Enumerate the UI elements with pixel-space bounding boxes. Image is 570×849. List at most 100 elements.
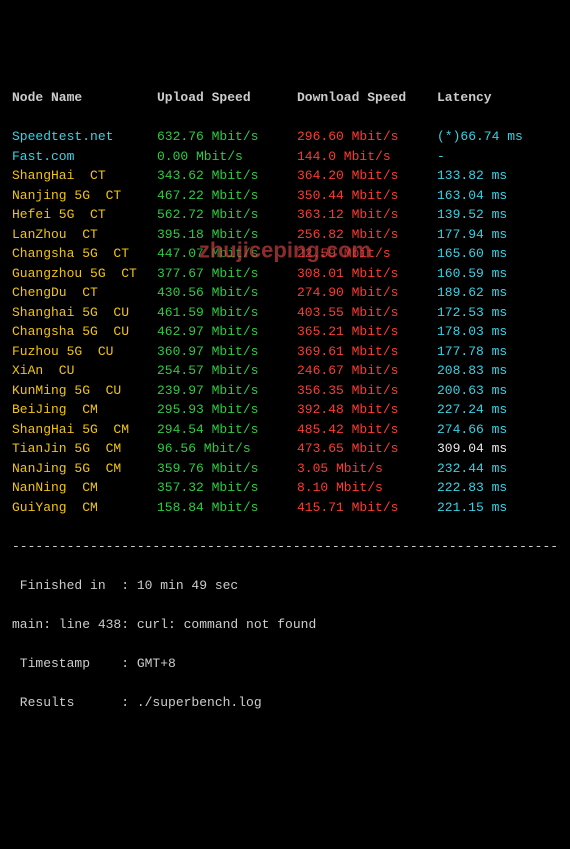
cell-up: 295.93 Mbit/s bbox=[157, 400, 297, 420]
cell-down: 274.90 Mbit/s bbox=[297, 283, 437, 303]
col-download: Download Speed bbox=[297, 88, 437, 108]
table-row: Changsha 5G CT447.07 Mbit/s22.59 Mbit/s1… bbox=[12, 244, 558, 264]
cell-down: 473.65 Mbit/s bbox=[297, 439, 437, 459]
cell-node: Nanjing 5G CT bbox=[12, 186, 157, 206]
cell-lat: 222.83 ms bbox=[437, 478, 558, 498]
cell-down: 364.20 Mbit/s bbox=[297, 166, 437, 186]
cell-node: LanZhou CT bbox=[12, 225, 157, 245]
cell-up: 632.76 Mbit/s bbox=[157, 127, 297, 147]
cell-lat: 200.63 ms bbox=[437, 381, 558, 401]
cell-up: 239.97 Mbit/s bbox=[157, 381, 297, 401]
cell-down: 356.35 Mbit/s bbox=[297, 381, 437, 401]
cell-down: 8.10 Mbit/s bbox=[297, 478, 437, 498]
cell-down: 246.67 Mbit/s bbox=[297, 361, 437, 381]
cell-lat: 177.94 ms bbox=[437, 225, 558, 245]
cell-up: 294.54 Mbit/s bbox=[157, 420, 297, 440]
table-row: Nanjing 5G CT467.22 Mbit/s350.44 Mbit/s1… bbox=[12, 186, 558, 206]
cell-node: TianJin 5G CM bbox=[12, 439, 157, 459]
cell-up: 359.76 Mbit/s bbox=[157, 459, 297, 479]
table-row: ShangHai CT343.62 Mbit/s364.20 Mbit/s133… bbox=[12, 166, 558, 186]
cell-node: NanJing 5G CM bbox=[12, 459, 157, 479]
cell-down: 308.01 Mbit/s bbox=[297, 264, 437, 284]
cell-node: Fuzhou 5G CU bbox=[12, 342, 157, 362]
table-row: GuiYang CM158.84 Mbit/s415.71 Mbit/s221.… bbox=[12, 498, 558, 518]
footer-results: Results : ./superbench.log bbox=[12, 693, 558, 713]
cell-up: 254.57 Mbit/s bbox=[157, 361, 297, 381]
footer-finished: Finished in : 10 min 49 sec bbox=[12, 576, 558, 596]
table-row: LanZhou CT395.18 Mbit/s256.82 Mbit/s177.… bbox=[12, 225, 558, 245]
cell-lat: 221.15 ms bbox=[437, 498, 558, 518]
cell-down: 415.71 Mbit/s bbox=[297, 498, 437, 518]
cell-node: Fast.com bbox=[12, 147, 157, 167]
cell-lat: 274.66 ms bbox=[437, 420, 558, 440]
cell-down: 363.12 Mbit/s bbox=[297, 205, 437, 225]
cell-up: 447.07 Mbit/s bbox=[157, 244, 297, 264]
cell-up: 562.72 Mbit/s bbox=[157, 205, 297, 225]
cell-down: 392.48 Mbit/s bbox=[297, 400, 437, 420]
table-row: XiAn CU254.57 Mbit/s246.67 Mbit/s208.83 … bbox=[12, 361, 558, 381]
cell-node: XiAn CU bbox=[12, 361, 157, 381]
cell-node: Changsha 5G CT bbox=[12, 244, 157, 264]
speed-table-body: Speedtest.net632.76 Mbit/s296.60 Mbit/s(… bbox=[12, 127, 558, 517]
cell-up: 158.84 Mbit/s bbox=[157, 498, 297, 518]
cell-node: KunMing 5G CU bbox=[12, 381, 157, 401]
table-row: ShangHai 5G CM294.54 Mbit/s485.42 Mbit/s… bbox=[12, 420, 558, 440]
cell-up: 395.18 Mbit/s bbox=[157, 225, 297, 245]
table-row: Guangzhou 5G CT377.67 Mbit/s308.01 Mbit/… bbox=[12, 264, 558, 284]
cell-lat: 178.03 ms bbox=[437, 322, 558, 342]
cell-node: ShangHai CT bbox=[12, 166, 157, 186]
cell-node: NanNing CM bbox=[12, 478, 157, 498]
cell-up: 462.97 Mbit/s bbox=[157, 322, 297, 342]
cell-up: 467.22 Mbit/s bbox=[157, 186, 297, 206]
cell-lat: 309.04 ms bbox=[437, 439, 558, 459]
table-row: BeiJing CM295.93 Mbit/s392.48 Mbit/s227.… bbox=[12, 400, 558, 420]
cell-down: 144.0 Mbit/s bbox=[297, 147, 437, 167]
cell-lat: 160.59 ms bbox=[437, 264, 558, 284]
cell-node: ChengDu CT bbox=[12, 283, 157, 303]
cell-up: 461.59 Mbit/s bbox=[157, 303, 297, 323]
cell-up: 96.56 Mbit/s bbox=[157, 439, 297, 459]
cell-up: 377.67 Mbit/s bbox=[157, 264, 297, 284]
table-row: Fuzhou 5G CU360.97 Mbit/s369.61 Mbit/s17… bbox=[12, 342, 558, 362]
table-row: Fast.com0.00 Mbit/s144.0 Mbit/s- bbox=[12, 147, 558, 167]
divider: ----------------------------------------… bbox=[12, 537, 558, 557]
cell-up: 0.00 Mbit/s bbox=[157, 147, 297, 167]
cell-down: 485.42 Mbit/s bbox=[297, 420, 437, 440]
table-header: Node NameUpload SpeedDownload SpeedLaten… bbox=[12, 88, 558, 108]
cell-up: 357.32 Mbit/s bbox=[157, 478, 297, 498]
cell-node: ShangHai 5G CM bbox=[12, 420, 157, 440]
cell-down: 22.59 Mbit/s bbox=[297, 244, 437, 264]
cell-up: 360.97 Mbit/s bbox=[157, 342, 297, 362]
cell-down: 403.55 Mbit/s bbox=[297, 303, 437, 323]
cell-node: Speedtest.net bbox=[12, 127, 157, 147]
table-row: Changsha 5G CU462.97 Mbit/s365.21 Mbit/s… bbox=[12, 322, 558, 342]
cell-lat: 208.83 ms bbox=[437, 361, 558, 381]
cell-lat: 172.53 ms bbox=[437, 303, 558, 323]
cell-down: 256.82 Mbit/s bbox=[297, 225, 437, 245]
cell-down: 296.60 Mbit/s bbox=[297, 127, 437, 147]
footer-error: main: line 438: curl: command not found bbox=[12, 615, 558, 635]
cell-lat: 165.60 ms bbox=[437, 244, 558, 264]
cell-up: 343.62 Mbit/s bbox=[157, 166, 297, 186]
cell-node: GuiYang CM bbox=[12, 498, 157, 518]
cell-lat: 139.52 ms bbox=[437, 205, 558, 225]
cell-node: BeiJing CM bbox=[12, 400, 157, 420]
cell-lat: - bbox=[437, 147, 558, 167]
table-row: ChengDu CT430.56 Mbit/s274.90 Mbit/s189.… bbox=[12, 283, 558, 303]
cell-lat: 163.04 ms bbox=[437, 186, 558, 206]
cell-down: 3.05 Mbit/s bbox=[297, 459, 437, 479]
cell-up: 430.56 Mbit/s bbox=[157, 283, 297, 303]
cell-node: Hefei 5G CT bbox=[12, 205, 157, 225]
table-row: Hefei 5G CT562.72 Mbit/s363.12 Mbit/s139… bbox=[12, 205, 558, 225]
cell-down: 365.21 Mbit/s bbox=[297, 322, 437, 342]
table-row: TianJin 5G CM96.56 Mbit/s473.65 Mbit/s30… bbox=[12, 439, 558, 459]
cell-node: Guangzhou 5G CT bbox=[12, 264, 157, 284]
table-row: NanNing CM357.32 Mbit/s8.10 Mbit/s222.83… bbox=[12, 478, 558, 498]
cell-lat: 133.82 ms bbox=[437, 166, 558, 186]
table-row: Speedtest.net632.76 Mbit/s296.60 Mbit/s(… bbox=[12, 127, 558, 147]
footer-timestamp: Timestamp : GMT+8 bbox=[12, 654, 558, 674]
cell-lat: 177.78 ms bbox=[437, 342, 558, 362]
cell-lat: 232.44 ms bbox=[437, 459, 558, 479]
table-row: Shanghai 5G CU461.59 Mbit/s403.55 Mbit/s… bbox=[12, 303, 558, 323]
col-latency: Latency bbox=[437, 88, 558, 108]
